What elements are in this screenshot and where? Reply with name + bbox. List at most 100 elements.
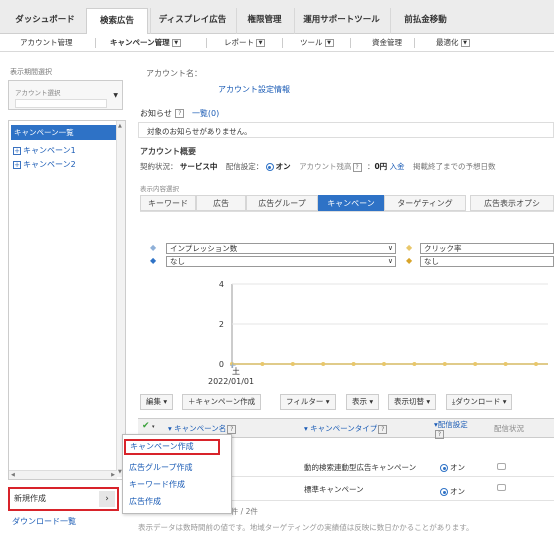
select-all-checkbox[interactable]: ✔ [142, 421, 150, 431]
subnav-account-mgmt[interactable]: アカウント管理 [20, 37, 73, 48]
comment-icon[interactable] [497, 484, 506, 491]
tab-prepayment-transfer[interactable]: 前払金移動 [390, 8, 460, 34]
comment-icon[interactable] [497, 463, 506, 470]
chevron-down-icon: ▼ [113, 92, 118, 99]
radio-on-icon[interactable] [440, 488, 448, 496]
right-primary-metric-select[interactable]: クリック率 [420, 243, 554, 254]
tree-item-campaign-1[interactable]: + キャンペーン1 [13, 145, 76, 156]
data-point [290, 362, 295, 366]
deposit-link[interactable]: 入金 [390, 162, 405, 171]
radio-on-icon[interactable] [440, 464, 448, 472]
scroll-right-icon[interactable]: ▶ [111, 472, 115, 478]
expand-plus-icon[interactable]: + [13, 161, 21, 169]
tab-targeting[interactable]: ターゲティング [384, 195, 466, 211]
row-2-delivery[interactable]: オン [440, 486, 465, 497]
caret-down-icon[interactable]: ▾ [152, 424, 155, 430]
subnav-optimization[interactable]: 最適化 ▼ [436, 37, 470, 48]
help-icon[interactable]: ? [352, 162, 362, 172]
tab-display-ads[interactable]: ディスプレイ広告 [150, 8, 234, 34]
radio-on-icon[interactable] [265, 163, 274, 171]
subnav-campaign-mgmt[interactable]: キャンペーン管理 ▼ [110, 37, 181, 48]
notice-label: お知らせ [140, 109, 172, 118]
col-delivery-setting[interactable]: ▾配信設定? [434, 420, 468, 439]
menu-item-create-campaign[interactable]: キャンペーン作成 [124, 439, 220, 455]
chevron-right-icon[interactable]: › [99, 491, 115, 507]
data-point [503, 362, 508, 366]
tab-underline [140, 211, 554, 212]
tab-dashboard[interactable]: ダッシュボード [6, 8, 84, 34]
account-settings-link[interactable]: アカウント設定情報 [218, 84, 290, 95]
subnav-report[interactable]: レポート ▼ [224, 37, 265, 48]
menu-item-create-ad-group[interactable]: 広告グループ作成 [129, 462, 193, 473]
notice-list-link[interactable]: 一覧(0) [192, 109, 219, 118]
tree-item-campaign-2[interactable]: + キャンペーン2 [13, 159, 76, 170]
chevron-down-icon: ∨ [387, 257, 393, 265]
top-nav-tabs: ダッシュボード 検索広告 ディスプレイ広告 権限管理 運用サポートツール 前払金… [0, 0, 554, 35]
scroll-left-icon[interactable]: ◀ [11, 472, 15, 478]
tab-ad[interactable]: 広告 [196, 195, 246, 211]
caret-down-icon: ▾ [426, 397, 431, 406]
account-select[interactable]: アカウント選択 ▼ [8, 80, 123, 110]
right-secondary-metric-select[interactable]: なし [420, 256, 554, 267]
col-campaign-name[interactable]: ▾ キャンペーン名? [168, 423, 237, 434]
account-balance-label: アカウント残高 [299, 162, 352, 171]
tree-vertical-scrollbar[interactable]: ▲ ▼ [116, 121, 125, 477]
subnav-divider [206, 38, 207, 48]
left-primary-metric-select[interactable]: インプレッション数 ∨ [166, 243, 396, 254]
display-switch-button[interactable]: 表示切替 ▾ [388, 394, 437, 410]
menu-item-create-keyword[interactable]: キーワード作成 [129, 479, 185, 490]
col-campaign-name-label: キャンペーン名 [174, 424, 227, 433]
col-delivery-setting-label: 配信設定 [437, 420, 468, 429]
chevron-down-icon[interactable]: ▼ [460, 39, 470, 47]
tab-ops-support-tools[interactable]: 運用サポートツール [294, 8, 388, 34]
chevron-down-icon[interactable]: ▼ [256, 39, 265, 47]
account-overview-title: アカウント概要 [140, 147, 196, 156]
row-2-delivery-value: オン [450, 487, 465, 496]
tab-search-ads[interactable]: 検索広告 [86, 8, 148, 35]
subnav-funds-mgmt[interactable]: 資金管理 [372, 37, 402, 48]
subnav-divider [414, 38, 415, 48]
new-create-button[interactable]: 新規作成 › [8, 487, 119, 511]
campaign-list-header[interactable]: キャンペーン一覧 [11, 125, 119, 140]
tab-ad-group[interactable]: 広告グループ [246, 195, 318, 211]
col-delivery-status[interactable]: 配信状況 [494, 423, 524, 434]
subnav-divider [282, 38, 283, 48]
filter-button[interactable]: フィルター ▾ [280, 394, 336, 410]
account-overview-row: 契約状況： サービス中 配信設定： オン アカウント残高? ：0円 入金 掲載終… [140, 161, 495, 172]
chevron-down-icon[interactable]: ▼ [171, 39, 181, 47]
row-1-delivery[interactable]: オン [440, 462, 465, 473]
account-select-placeholder: アカウント選択 [15, 89, 61, 97]
help-icon[interactable]: ? [175, 109, 185, 118]
tab-permissions[interactable]: 権限管理 [236, 8, 292, 34]
download-button[interactable]: ⤓ダウンロード ▾ [446, 394, 513, 410]
tab-ad-display-options[interactable]: 広告表示オプシ [470, 195, 554, 211]
help-icon[interactable]: ? [435, 429, 444, 439]
tab-keyword[interactable]: キーワード [140, 195, 196, 211]
chevron-down-icon[interactable]: ▼ [324, 39, 334, 47]
subnav-divider [350, 38, 351, 48]
caret-down-icon: ▾ [502, 397, 507, 406]
select-value: クリック率 [424, 244, 462, 253]
filter-label: フィルター [286, 397, 324, 406]
row-1-campaign-type: 動的検索連動型広告キャンペーン [304, 463, 417, 472]
display-label: 表示 [352, 397, 367, 406]
create-campaign-button[interactable]: ＋キャンペーン作成 [182, 394, 262, 410]
tree-item-label: キャンペーン2 [23, 160, 76, 169]
download-list-link[interactable]: ダウンロード一覧 [12, 516, 76, 527]
edit-button[interactable]: 編集 ▾ [140, 394, 174, 410]
col-campaign-type[interactable]: ▾ キャンペーンタイプ? [304, 423, 388, 434]
expand-plus-icon[interactable]: + [13, 147, 21, 155]
menu-item-create-ad[interactable]: 広告作成 [129, 496, 161, 507]
left-secondary-metric-select[interactable]: なし ∨ [166, 256, 396, 267]
scroll-up-icon[interactable]: ▲ [118, 123, 122, 129]
subnav-tools[interactable]: ツール ▼ [300, 37, 334, 48]
help-icon[interactable]: ? [378, 424, 388, 434]
row-1-delivery-value: オン [450, 463, 465, 472]
account-name-label: アカウント名： [146, 69, 202, 78]
tab-campaign[interactable]: キャンペーン [318, 195, 384, 211]
subnav-optimization-label: 最適化 [436, 38, 459, 47]
tree-horizontal-scrollbar[interactable]: ◀ ▶ [9, 470, 117, 479]
x-tick-day: 土 [232, 366, 240, 376]
display-button[interactable]: 表示 ▾ [346, 394, 380, 410]
help-icon[interactable]: ? [227, 424, 237, 434]
